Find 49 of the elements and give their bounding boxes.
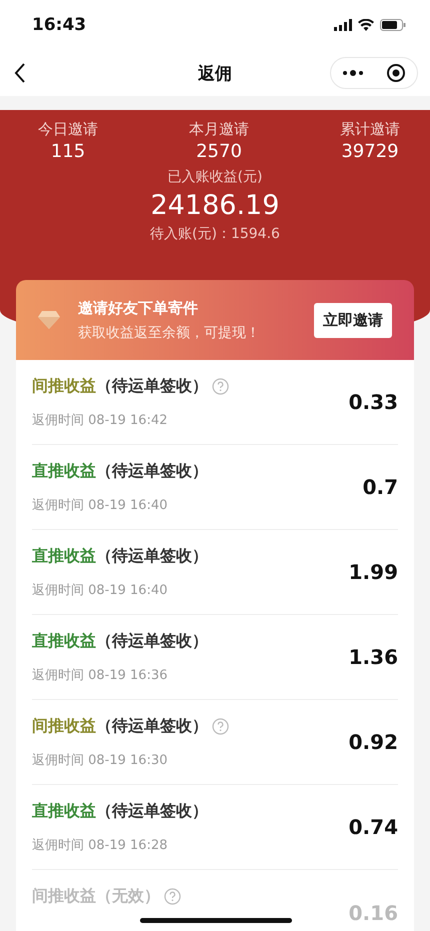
pending-amount: 待入账(元)：1594.6 <box>150 225 280 243</box>
back-icon[interactable] <box>14 63 26 83</box>
commission-amount: 0.7 <box>362 475 398 499</box>
commission-type: 间推收益 <box>32 716 96 737</box>
commission-amount: 1.36 <box>348 645 398 669</box>
commission-time: 返佣时间 08-19 16:40 <box>32 582 169 599</box>
stat-label: 本月邀请 <box>189 120 249 139</box>
commission-type: 直推收益 <box>32 801 96 822</box>
signal-icon <box>334 19 352 31</box>
commission-time: 返佣时间 08-19 16:30 <box>32 752 169 769</box>
status-time: 16:43 <box>32 15 86 35</box>
diamond-icon <box>38 311 60 329</box>
stat-value: 115 <box>50 141 86 162</box>
more-icon[interactable] <box>342 70 364 76</box>
commission-status: （待运单签收） <box>96 376 208 397</box>
commission-type: 直推收益 <box>32 546 96 567</box>
page-title: 返佣 <box>198 62 232 84</box>
commission-amount: 0.33 <box>348 390 398 414</box>
commission-time: 返佣时间 08-19 16:40 <box>32 497 169 514</box>
commission-status: （无效） <box>96 886 160 907</box>
commission-status: （待运单签收） <box>96 801 208 822</box>
commission-amount: 0.74 <box>348 815 398 839</box>
stat-label: 累计邀请 <box>340 120 400 139</box>
stat-value: 2570 <box>196 141 242 162</box>
commission-amount: 0.92 <box>348 730 398 754</box>
banner-title: 邀请好友下单寄件 <box>78 298 199 318</box>
capsule-menu[interactable] <box>330 57 418 89</box>
commission-time: 返佣时间 08-19 16:28 <box>32 837 169 854</box>
wifi-icon <box>358 19 374 31</box>
commission-amount: 1.99 <box>348 560 398 584</box>
commission-time: 返佣时间 08-19 16:42 <box>32 412 169 429</box>
commission-type: 间推收益 <box>32 376 96 397</box>
earnings-value: 24186.19 <box>150 190 280 221</box>
stat-label: 今日邀请 <box>38 120 98 139</box>
earnings-label: 已入账收益(元) <box>168 168 262 186</box>
commission-status: （待运单签收） <box>96 546 208 567</box>
invite-button[interactable]: 立即邀请 <box>314 302 392 338</box>
commission-type: 直推收益 <box>32 461 96 482</box>
commission-status: （待运单签收） <box>96 631 208 652</box>
commission-amount: 0.16 <box>348 900 398 924</box>
banner-subtitle: 获取收益返至余额，可提现！ <box>78 324 261 342</box>
commission-type: 直推收益 <box>32 631 96 652</box>
commission-type: 间推收益 <box>32 886 96 907</box>
stat-value: 39729 <box>341 141 399 162</box>
battery-icon <box>380 19 406 31</box>
target-icon[interactable] <box>386 63 406 83</box>
commission-status: （待运单签收） <box>96 461 208 482</box>
commission-time: 返佣时间 08-19 16:36 <box>32 667 169 684</box>
commission-status: （待运单签收） <box>96 716 208 737</box>
